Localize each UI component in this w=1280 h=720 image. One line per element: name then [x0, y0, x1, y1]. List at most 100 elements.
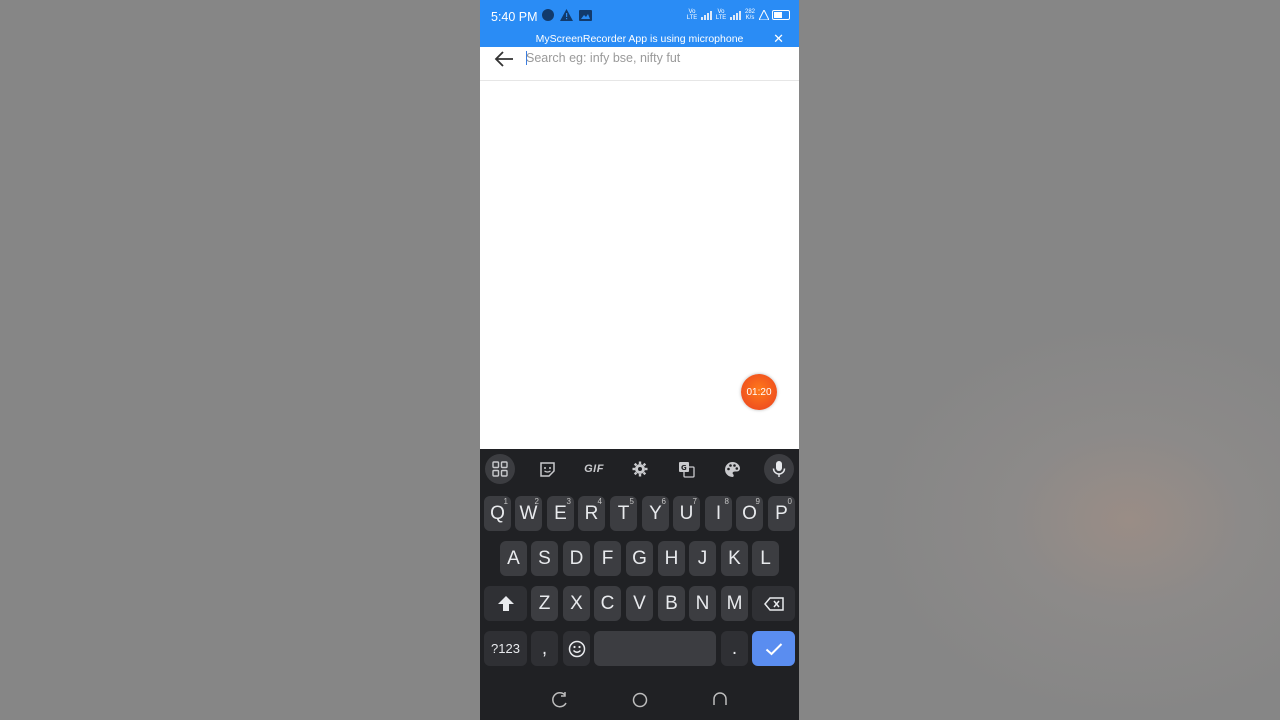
timer-label: 01:20 — [746, 386, 772, 398]
shift-key[interactable] — [484, 586, 527, 621]
key-e[interactable]: E3 — [547, 496, 574, 531]
key-label: V — [633, 592, 646, 614]
checkmark-icon — [765, 642, 782, 655]
key-m[interactable]: M — [721, 586, 748, 621]
key-hint: 2 — [534, 497, 539, 506]
key-label: M — [726, 592, 743, 614]
key-s[interactable]: S — [531, 541, 558, 576]
background-right — [799, 0, 1280, 720]
search-input[interactable] — [526, 48, 781, 68]
key-h[interactable]: H — [658, 541, 685, 576]
key-label: B — [665, 592, 678, 614]
key-label: Y — [649, 502, 662, 524]
key-u[interactable]: U7 — [673, 496, 700, 531]
status-bar: 5:40 PM Vo LTE Vo LTE 282 K/s MyScreenRe… — [480, 0, 799, 47]
symbols-label: ?123 — [491, 641, 520, 656]
key-hint: 1 — [503, 497, 508, 506]
notification-dot-icon — [542, 9, 554, 21]
status-left-icons — [542, 9, 592, 21]
alarm-icon — [759, 10, 769, 20]
key-g[interactable]: G — [626, 541, 653, 576]
key-label: C — [600, 592, 615, 614]
key-a[interactable]: A — [500, 541, 527, 576]
key-label: I — [715, 502, 722, 524]
key-label: E — [554, 502, 567, 524]
keyboard-toolbar: GIF G — [480, 449, 799, 489]
home-icon[interactable] — [630, 690, 650, 710]
back-icon[interactable] — [710, 690, 730, 710]
text-caret — [526, 51, 527, 65]
key-label: L — [760, 547, 771, 569]
apps-grid-icon[interactable] — [485, 454, 515, 484]
period-label: . — [731, 637, 738, 659]
key-label: A — [507, 547, 520, 569]
gif-button[interactable]: GIF — [579, 454, 609, 484]
symbols-key[interactable]: ?123 — [484, 631, 527, 666]
key-label: H — [664, 547, 679, 569]
key-label: U — [679, 502, 694, 524]
key-label: G — [632, 547, 647, 569]
recording-timer[interactable]: 01:20 — [741, 374, 777, 410]
recents-icon[interactable] — [550, 690, 570, 710]
signal-icon — [730, 10, 741, 20]
back-arrow-icon[interactable] — [493, 48, 515, 70]
key-hint: 9 — [755, 497, 760, 506]
spacebar[interactable] — [594, 631, 716, 666]
period-key[interactable]: . — [721, 631, 748, 666]
key-hint: 4 — [597, 497, 602, 506]
comma-label: , — [541, 637, 548, 659]
key-label: S — [538, 547, 551, 569]
key-hint: 6 — [661, 497, 666, 506]
data-speed: 282 K/s — [744, 9, 755, 21]
recording-banner-text: MyScreenRecorder App is using microphone — [535, 33, 744, 45]
settings-gear-icon[interactable] — [625, 454, 655, 484]
key-n[interactable]: N — [689, 586, 716, 621]
navigation-bar — [480, 680, 799, 720]
emoji-key[interactable] — [563, 631, 590, 666]
key-p[interactable]: P0 — [768, 496, 795, 531]
key-w[interactable]: W2 — [515, 496, 542, 531]
key-label: J — [697, 547, 708, 569]
key-q[interactable]: Q1 — [484, 496, 511, 531]
backspace-icon — [763, 596, 784, 611]
image-icon — [579, 9, 592, 21]
backspace-key[interactable] — [752, 586, 795, 621]
key-label: X — [570, 592, 583, 614]
key-b[interactable]: B — [658, 586, 685, 621]
key-hint: 0 — [787, 497, 792, 506]
svg-text:G: G — [681, 464, 687, 472]
theme-palette-icon[interactable] — [717, 454, 747, 484]
key-d[interactable]: D — [563, 541, 590, 576]
key-hint: 3 — [566, 497, 571, 506]
key-k[interactable]: K — [721, 541, 748, 576]
close-icon[interactable]: ✕ — [773, 31, 784, 47]
key-j[interactable]: J — [689, 541, 716, 576]
key-label: T — [617, 502, 630, 524]
sticker-icon[interactable] — [532, 454, 562, 484]
key-v[interactable]: V — [626, 586, 653, 621]
key-o[interactable]: O9 — [736, 496, 763, 531]
key-i[interactable]: I8 — [705, 496, 732, 531]
key-f[interactable]: F — [594, 541, 621, 576]
key-z[interactable]: Z — [531, 586, 558, 621]
key-t[interactable]: T5 — [610, 496, 637, 531]
key-hint: 7 — [692, 497, 697, 506]
status-time: 5:40 PM — [491, 10, 538, 24]
key-x[interactable]: X — [563, 586, 590, 621]
status-right-icons: Vo LTE Vo LTE 282 K/s — [686, 9, 790, 21]
keyboard: GIF G Q1 W2 E3 R4 T5 Y6 U7 I8 O9 P0 A S … — [480, 449, 799, 720]
translate-icon[interactable]: G — [671, 454, 701, 484]
key-r[interactable]: R4 — [578, 496, 605, 531]
key-c[interactable]: C — [594, 586, 621, 621]
phone-screen: 5:40 PM Vo LTE Vo LTE 282 K/s MyScreenRe… — [480, 0, 799, 720]
search-bar — [480, 47, 799, 81]
key-label: K — [728, 547, 741, 569]
key-y[interactable]: Y6 — [642, 496, 669, 531]
key-l[interactable]: L — [752, 541, 779, 576]
enter-key[interactable] — [752, 631, 795, 666]
key-label: D — [569, 547, 584, 569]
comma-key[interactable]: , — [531, 631, 558, 666]
sim1-label: Vo LTE — [686, 9, 698, 21]
key-hint: 8 — [724, 497, 729, 506]
microphone-icon[interactable] — [764, 454, 794, 484]
